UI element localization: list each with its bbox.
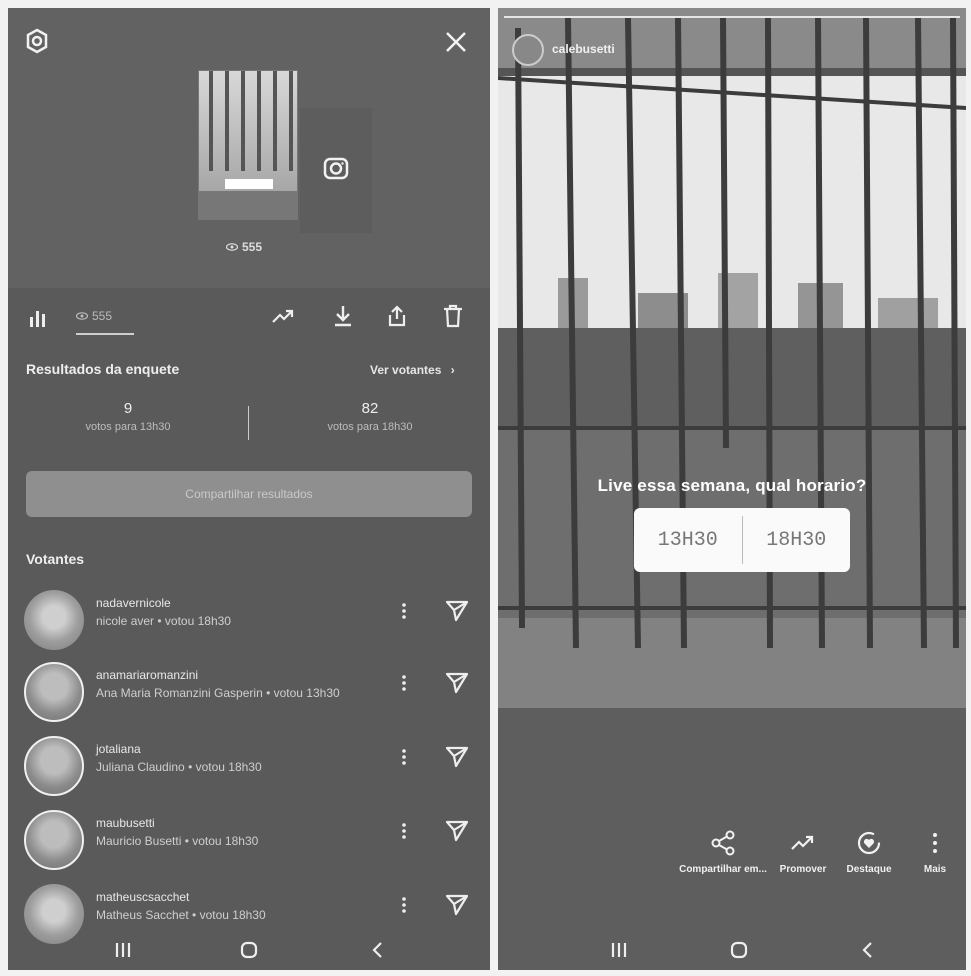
avatar[interactable] (24, 736, 84, 796)
recent-apps-icon[interactable] (604, 936, 634, 964)
trending-icon[interactable] (270, 303, 296, 329)
share-results-button[interactable]: Compartilhar resultados (26, 471, 472, 517)
eye-icon (225, 240, 239, 254)
story-username[interactable]: calebusetti (552, 42, 615, 56)
settings-icon[interactable] (22, 26, 52, 56)
viewers-tab[interactable]: 555 (75, 309, 134, 335)
share-in-button[interactable]: Compartilhar em... (678, 828, 768, 876)
send-message-icon[interactable] (444, 598, 470, 624)
avatar[interactable] (24, 810, 84, 870)
voter-detail: Ana Maria Romanzini Gasperin • votou 13h… (96, 686, 340, 700)
add-story-button[interactable] (300, 108, 372, 233)
voter-username[interactable]: anamariaromanzini (96, 668, 198, 682)
poll-result-option-1: 9 votos para 13h30 (85, 400, 171, 433)
trash-icon[interactable] (440, 303, 466, 329)
list-item[interactable]: anamariaromanzini Ana Maria Romanzini Ga… (8, 658, 490, 724)
back-icon[interactable] (852, 936, 882, 964)
voter-detail: Juliana Claudino • votou 18h30 (96, 760, 262, 774)
poll-option-2[interactable]: 18H30 (743, 508, 851, 572)
insights-tab-bar: 555 (8, 293, 490, 341)
story-progress-bar (504, 16, 960, 18)
send-message-icon[interactable] (444, 818, 470, 844)
result-divider (248, 406, 249, 440)
poll-question: Live essa semana, qual horario? (597, 476, 867, 495)
story-photo (498, 8, 966, 708)
send-message-icon[interactable] (444, 670, 470, 696)
send-message-icon[interactable] (444, 892, 470, 918)
story-viewer-screen: calebusetti Live essa semana, qual horar… (498, 8, 966, 970)
home-icon[interactable] (234, 936, 264, 964)
chevron-right-icon: › (450, 363, 455, 377)
recent-apps-icon[interactable] (108, 936, 138, 964)
close-icon[interactable] (440, 26, 472, 58)
voter-username[interactable]: maubusetti (96, 816, 155, 830)
home-icon[interactable] (724, 936, 754, 964)
more-options-icon[interactable] (400, 894, 408, 916)
camera-icon (321, 153, 351, 188)
more-vertical-icon (890, 828, 966, 858)
voter-detail: nicole aver • votou 18h30 (96, 614, 231, 628)
more-options-icon[interactable] (400, 820, 408, 842)
more-options-icon[interactable] (400, 672, 408, 694)
more-button[interactable]: Mais (890, 828, 966, 876)
more-options-icon[interactable] (400, 600, 408, 622)
avatar[interactable] (24, 662, 84, 722)
list-item[interactable]: jotaliana Juliana Claudino • votou 18h30 (8, 732, 490, 798)
list-item[interactable]: nadavernicole nicole aver • votou 18h30 (8, 586, 490, 652)
android-nav-bar (8, 930, 490, 970)
voter-username[interactable]: matheuscsacchet (96, 890, 189, 904)
send-message-icon[interactable] (444, 744, 470, 770)
story-view-count: 555 (225, 240, 262, 254)
share-upload-icon[interactable] (384, 303, 410, 329)
voter-username[interactable]: nadavernicole (96, 596, 171, 610)
bar-chart-icon (30, 311, 45, 327)
voters-title: Votantes (26, 551, 85, 567)
voter-detail: Matheus Sacchet • votou 18h30 (96, 908, 266, 922)
download-icon[interactable] (330, 303, 356, 329)
android-nav-bar (498, 930, 966, 970)
see-voters-link[interactable]: Ver votantes › (370, 363, 455, 377)
back-icon[interactable] (362, 936, 392, 964)
avatar[interactable] (512, 34, 544, 66)
list-item[interactable]: maubusetti Mauricio Busetti • votou 18h3… (8, 806, 490, 872)
more-options-icon[interactable] (400, 746, 408, 768)
voter-detail: Mauricio Busetti • votou 18h30 (96, 834, 259, 848)
poll-option-1[interactable]: 13H30 (634, 508, 742, 572)
avatar[interactable] (24, 590, 84, 650)
voter-username[interactable]: jotaliana (96, 742, 141, 756)
poll-results-screen: 555 555 Resultados da enquete Ver votant… (8, 8, 490, 970)
share-nodes-icon (678, 828, 768, 858)
poll-results-title: Resultados da enquete (26, 361, 180, 377)
poll-sticker[interactable]: 13H30 18H30 (634, 508, 850, 572)
poll-result-option-2: 82 votos para 18h30 (327, 400, 413, 433)
eye-icon (75, 309, 89, 323)
story-thumbnail[interactable] (198, 70, 298, 220)
poll-results-tab[interactable] (28, 307, 50, 327)
